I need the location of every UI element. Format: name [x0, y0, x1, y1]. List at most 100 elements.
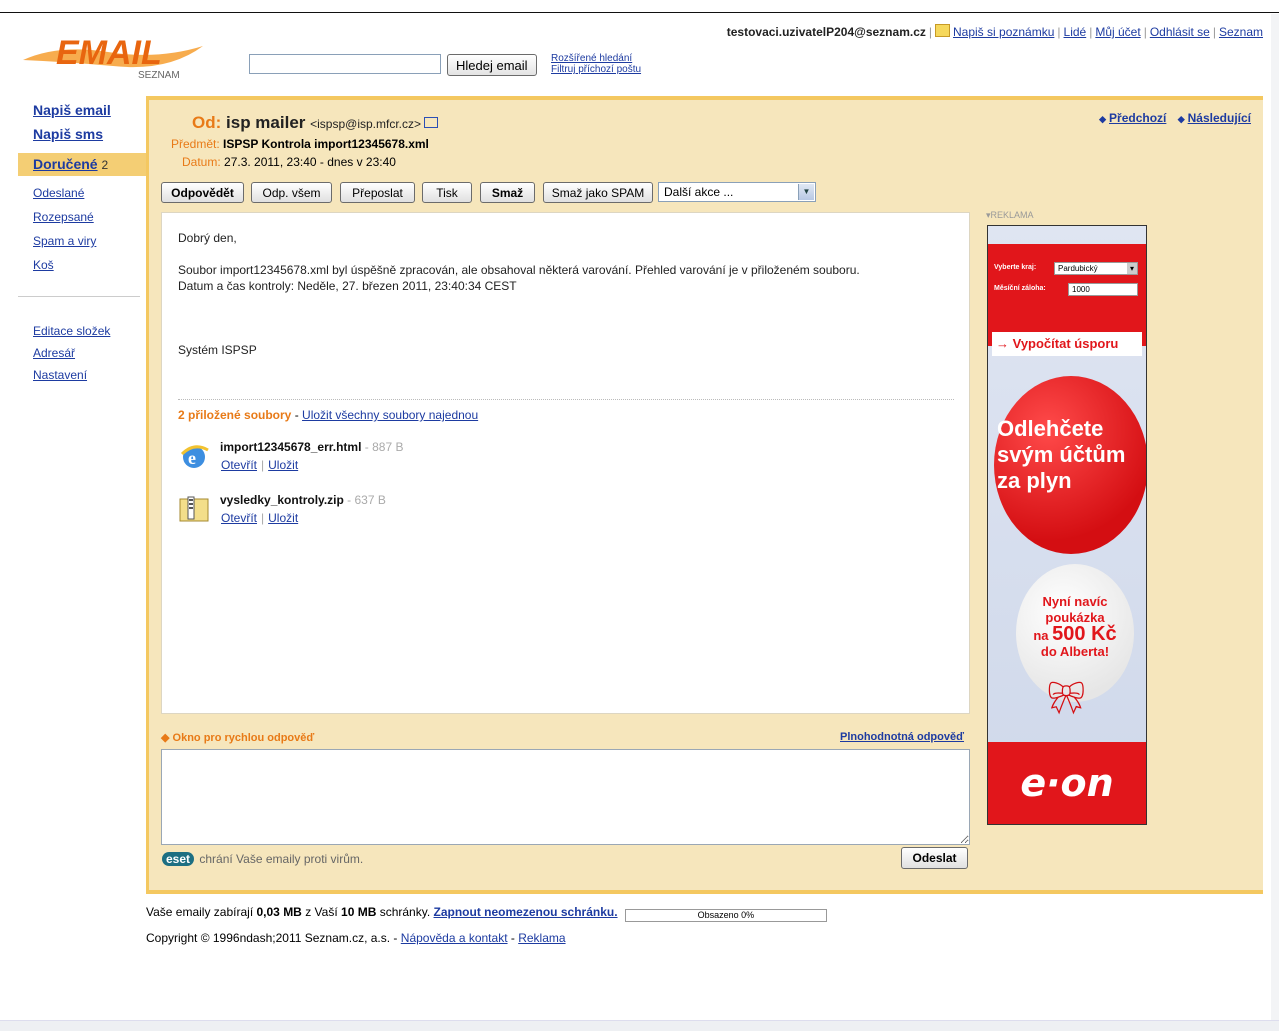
save-all-link[interactable]: Uložit všechny soubory najednou — [302, 408, 478, 422]
quick-reply-textarea[interactable] — [161, 749, 970, 845]
vertical-scrollbar[interactable] — [1271, 14, 1279, 1020]
unlimited-mailbox-link[interactable]: Zapnout neomezenou schránku. — [434, 905, 618, 919]
greeting: Dobrý den, — [178, 231, 237, 245]
search-input[interactable] — [249, 54, 441, 74]
diamond-icon: ◆ — [1099, 114, 1107, 124]
forward-button[interactable]: Přeposlat — [340, 182, 415, 203]
previous-link[interactable]: Předchozí — [1109, 111, 1166, 125]
seznam-link[interactable]: Seznam — [1219, 25, 1263, 39]
logout-link[interactable]: Odhlásit se — [1150, 25, 1210, 39]
html-file-icon: e — [180, 445, 209, 468]
from-label: Od: — [192, 113, 222, 132]
ad-region-select[interactable]: Pardubický ▾ — [1054, 262, 1138, 275]
message-navigation: ◆ Předchozí ◆ Následující — [1091, 111, 1251, 125]
sidebar-divider — [18, 296, 140, 297]
more-actions-value: Další akce ... — [664, 185, 734, 199]
sidebar-item-trash[interactable]: Koš — [33, 253, 96, 277]
edit-folders-link[interactable]: Editace složek — [33, 320, 110, 342]
attachments-divider — [178, 399, 954, 400]
quota-progress-bar: Obsazeno 0% — [624, 909, 827, 922]
body-line-1: Soubor import12345678.xml byl úspěšně zp… — [178, 263, 860, 277]
advanced-search-link[interactable]: Rozšířené hledání — [551, 53, 641, 64]
help-link[interactable]: Nápověda a kontakt — [401, 931, 508, 945]
ad-bonus: Nyní navíc poukázka na 500 Kč do Alberta… — [1033, 594, 1117, 659]
attachment-name[interactable]: vysledky_kontroly.zip — [220, 493, 344, 507]
top-rule — [0, 12, 1279, 13]
eset-logo: eset — [162, 852, 195, 866]
email-logo[interactable]: EMAIL SEZNAM — [18, 24, 208, 82]
ad-deposit-label: Měsíční záloha: — [994, 285, 1046, 292]
date-value: 27.3. 2011, 23:40 - dnes v 23:40 — [224, 155, 396, 169]
ad-calculate-button[interactable]: → Vypočítat úsporu — [992, 332, 1142, 356]
ad-label: ▾REKLAMA — [986, 210, 1034, 220]
search-options: Rozšířené hledání Filtruj příchozí poštu — [551, 53, 641, 75]
add-contact-icon[interactable] — [424, 117, 439, 128]
ad-calculator: Vyberte kraj: Pardubický ▾ Měsíční záloha… — [988, 244, 1146, 356]
from-email: <ispsp@isp.mfcr.cz> — [310, 117, 422, 131]
ad-slogan: Odlehčete svým účtům za plyn — [997, 416, 1126, 493]
inbox-count: 2 — [101, 158, 109, 172]
open-link[interactable]: Otevřít — [221, 511, 257, 525]
reply-button[interactable]: Odpovědět — [161, 182, 244, 203]
horizontal-scrollbar[interactable] — [0, 1020, 1279, 1031]
settings-link[interactable]: Nastavení — [33, 364, 110, 386]
signature: Systém ISPSP — [178, 343, 257, 357]
note-icon — [935, 24, 950, 37]
delete-button[interactable]: Smaž — [480, 182, 535, 203]
svg-text:e: e — [188, 448, 196, 468]
sidebar-item-inbox[interactable]: Doručené 2 — [18, 153, 146, 176]
next-link[interactable]: Následující — [1188, 111, 1251, 125]
eon-logo: e·on — [988, 742, 1146, 824]
date-label: Datum: — [182, 155, 221, 169]
diamond-icon: ◆ — [161, 732, 170, 744]
message-from: Od: isp mailer <ispsp@isp.mfcr.cz> — [192, 113, 439, 133]
sidebar-item-drafts[interactable]: Rozepsané — [33, 205, 96, 229]
compose-links: Napiš email Napiš sms — [33, 98, 111, 146]
folder-list: Odeslané Rozepsané Spam a viry Koš — [33, 181, 96, 277]
attachments-count: 2 přiložené soubory — [178, 408, 292, 422]
bow-icon: 🎀︎ — [1046, 680, 1087, 716]
zip-file-icon — [179, 496, 209, 522]
my-account-link[interactable]: Můj účet — [1095, 25, 1140, 39]
sidebar-tools: Editace složek Adresář Nastavení — [33, 320, 110, 386]
arrow-right-icon: → — [996, 336, 1009, 351]
reply-all-button[interactable]: Odp. všem — [251, 182, 332, 203]
search-button[interactable]: Hledej email — [447, 54, 537, 76]
sidebar-item-spam[interactable]: Spam a viry — [33, 229, 96, 253]
logo-text: EMAIL — [56, 34, 162, 72]
sidebar-item-sent[interactable]: Odeslané — [33, 181, 96, 205]
attachment-name[interactable]: import12345678_err.html — [220, 440, 361, 454]
ad-deposit-input[interactable]: 1000 — [1068, 283, 1138, 296]
subject-value: ISPSP Kontrola import12345678.xml — [223, 137, 429, 151]
compose-email-link[interactable]: Napiš email — [33, 98, 111, 122]
save-link[interactable]: Uložit — [268, 458, 298, 472]
message-subject: Předmět: ISPSP Kontrola import12345678.x… — [171, 137, 429, 151]
full-reply-link[interactable]: Plnohodnotná odpověď — [840, 731, 964, 743]
save-link[interactable]: Uložit — [268, 511, 298, 525]
more-actions-select[interactable]: Další akce ... ▼ — [658, 182, 816, 202]
print-button[interactable]: Tisk — [422, 182, 472, 203]
people-link[interactable]: Lidé — [1064, 25, 1087, 39]
compose-sms-link[interactable]: Napiš sms — [33, 122, 111, 146]
message-date: Datum: 27.3. 2011, 23:40 - dnes v 23:40 — [182, 155, 396, 169]
antivirus-text: chrání Vaše emaily proti virům. — [199, 852, 364, 866]
send-button[interactable]: Odeslat — [901, 847, 968, 869]
filter-mail-link[interactable]: Filtruj příchozí poštu — [551, 64, 641, 75]
user-email: testovaci.uzivatelP204@seznam.cz — [726, 25, 926, 39]
attachments-header: 2 přiložené soubory - Uložit všechny sou… — [178, 408, 479, 422]
open-link[interactable]: Otevřít — [221, 458, 257, 472]
ads-link[interactable]: Reklama — [518, 931, 565, 945]
quick-reply-title: ◆ Okno pro rychlou odpověď — [161, 732, 315, 744]
subject-label: Předmět: — [171, 137, 220, 151]
spam-button[interactable]: Smaž jako SPAM — [543, 182, 653, 203]
antivirus-note: eset chrání Vaše emaily proti virům. — [162, 852, 363, 866]
storage-usage: Vaše emaily zabírají 0,03 MB z Vaší 10 M… — [146, 905, 827, 922]
ad-region-label: Vyberte kraj: — [994, 264, 1037, 271]
logo-sub: SEZNAM — [138, 70, 180, 81]
advertisement-banner[interactable]: Vyberte kraj: Pardubický ▾ Měsíční záloha… — [987, 225, 1147, 825]
attachment-size: - 887 B — [364, 440, 404, 454]
chevron-down-icon[interactable]: ▼ — [798, 184, 814, 200]
write-note-link[interactable]: Napiš si poznámku — [953, 25, 1054, 39]
top-links: testovaci.uzivatelP204@seznam.cz | Napiš s… — [726, 24, 1263, 39]
address-book-link[interactable]: Adresář — [33, 342, 110, 364]
